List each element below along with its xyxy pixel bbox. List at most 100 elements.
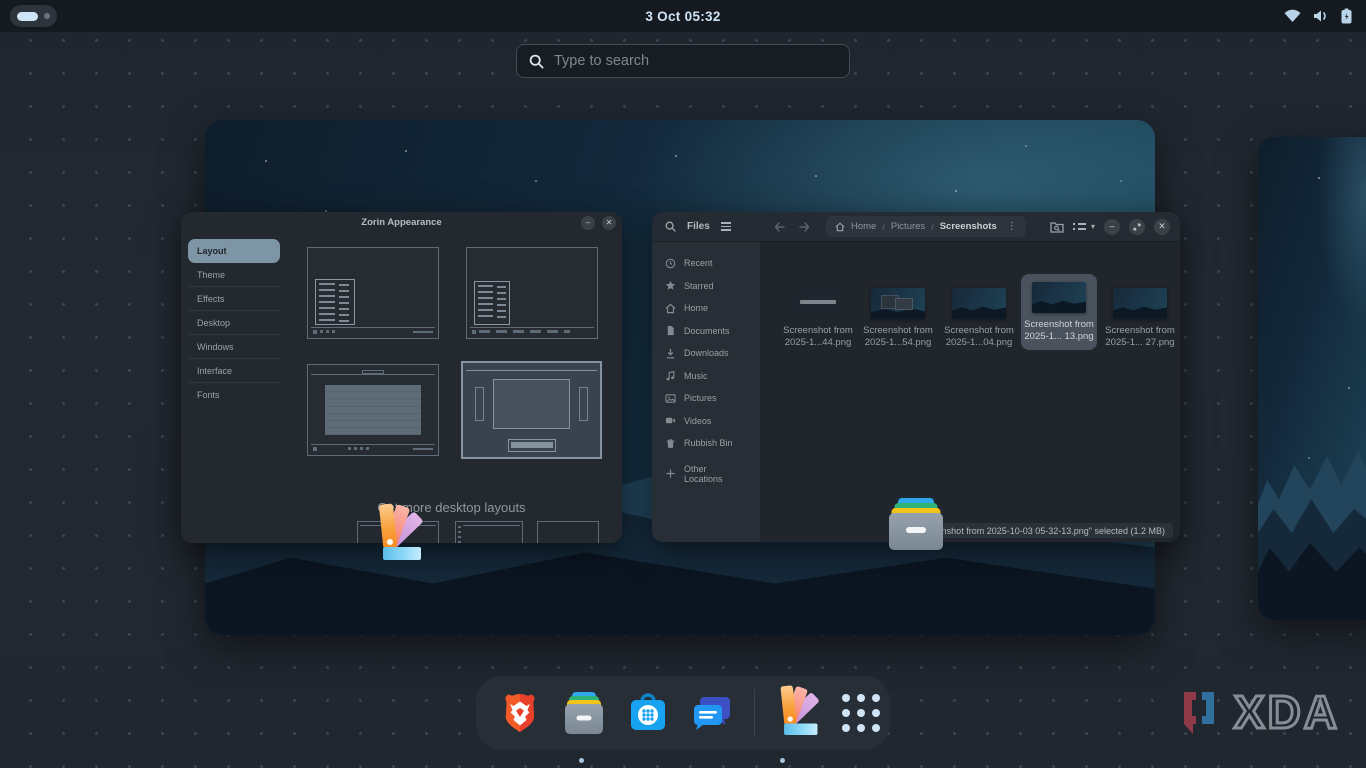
- dock-item-messages[interactable]: [690, 691, 734, 735]
- layout-option-gnome-selected[interactable]: [461, 361, 602, 459]
- sidebar-label: Documents: [684, 326, 730, 336]
- layout-option-taskbar-menu[interactable]: [307, 247, 439, 339]
- breadcrumb-pictures[interactable]: Pictures: [891, 221, 925, 232]
- nav-item-fonts[interactable]: Fonts: [188, 383, 280, 407]
- file-item-selected[interactable]: Screenshot from 2025-1... 13.png: [1021, 274, 1097, 350]
- video-icon: [665, 415, 676, 426]
- sidebar-item-music[interactable]: Music: [652, 365, 760, 388]
- search-bar[interactable]: [516, 44, 850, 78]
- file-name: Screenshot from 2025-1...44.png: [781, 325, 855, 356]
- layout-option-appgrid[interactable]: [307, 364, 439, 456]
- search-input[interactable]: [554, 53, 837, 69]
- sidebar-item-starred[interactable]: Starred: [652, 275, 760, 298]
- running-indicator-files: [579, 758, 584, 763]
- nav-item-effects[interactable]: Effects: [188, 287, 280, 311]
- chat-icon: [690, 691, 734, 735]
- zorin-appearance-app-icon[interactable]: [375, 504, 429, 560]
- sidebar-label: Rubbish Bin: [684, 438, 733, 448]
- view-toggle[interactable]: ▾: [1073, 222, 1095, 231]
- running-indicator-appearance: [780, 758, 785, 763]
- file-item[interactable]: Screenshot from 2025-1...44.png: [780, 280, 856, 356]
- top-bar: 3 Oct 05:32: [0, 0, 1366, 32]
- sidebar-label: Recent: [684, 258, 713, 268]
- sidebar-item-documents[interactable]: Documents: [652, 320, 760, 343]
- forward-icon[interactable]: [799, 222, 810, 232]
- xda-watermark: XDA: [1174, 686, 1340, 738]
- sidebar-item-other-locations[interactable]: Other Locations: [652, 463, 760, 486]
- search-folder-icon[interactable]: [1050, 221, 1064, 233]
- star-icon: [665, 280, 676, 291]
- sidebar-item-pictures[interactable]: Pictures: [652, 387, 760, 410]
- search-icon[interactable]: [665, 221, 676, 232]
- files-app-icon[interactable]: [889, 498, 943, 550]
- trash-icon: [665, 438, 676, 449]
- dock-item-zorin-appearance[interactable]: [775, 691, 819, 735]
- workspace-preview-next[interactable]: [1258, 137, 1366, 620]
- nav-item-theme[interactable]: Theme: [188, 263, 280, 287]
- get-more-layouts-link[interactable]: Get more desktop layouts: [281, 500, 622, 515]
- kebab-menu-icon[interactable]: ⋮: [1007, 221, 1017, 232]
- sidebar-item-videos[interactable]: Videos: [652, 410, 760, 433]
- nav-item-layout[interactable]: Layout: [188, 239, 280, 263]
- chevron-down-icon[interactable]: ▾: [1091, 222, 1095, 231]
- layout-option-partial-3[interactable]: [537, 521, 599, 543]
- appearance-nav: Layout Theme Effects Desktop Windows Int…: [188, 239, 280, 407]
- layout-topbar-glyph: [311, 368, 435, 375]
- system-status-area[interactable]: [1284, 0, 1352, 32]
- files-window[interactable]: Files Home / Pictures / Screenshots ⋮: [652, 212, 1180, 542]
- dock-item-show-applications[interactable]: [839, 691, 883, 735]
- files-icon: [565, 692, 603, 734]
- layout-appgrid-glyph: [325, 385, 421, 435]
- list-view-icon: [1073, 223, 1086, 231]
- sidebar-item-rubbish-bin[interactable]: Rubbish Bin: [652, 432, 760, 455]
- close-button[interactable]: ✕: [1154, 219, 1170, 235]
- zorin-appearance-window[interactable]: Zorin Appearance – ✕ Layout Theme Effect…: [181, 212, 622, 543]
- close-button[interactable]: ✕: [602, 216, 616, 230]
- minimize-button[interactable]: –: [581, 216, 595, 230]
- home-icon: [835, 222, 845, 232]
- breadcrumb-current[interactable]: Screenshots: [940, 221, 997, 232]
- status-bar: "Screenshot from 2025-10-03 05-32-13.png…: [907, 523, 1173, 538]
- volume-icon: [1313, 9, 1329, 23]
- file-item[interactable]: Screenshot from 2025-1... 27.png: [1102, 280, 1178, 356]
- breadcrumb-home[interactable]: Home: [851, 221, 876, 232]
- clock[interactable]: 3 Oct 05:32: [0, 9, 1366, 24]
- file-item[interactable]: Screenshot from 2025-1...54.png: [860, 280, 936, 356]
- layout-taskbar-glyph: [470, 327, 594, 335]
- search-icon: [529, 54, 544, 69]
- brave-icon: [498, 691, 542, 735]
- back-icon[interactable]: [774, 222, 785, 232]
- dock-item-brave[interactable]: [498, 691, 542, 735]
- sidebar-label: Downloads: [684, 348, 729, 358]
- music-note-icon: [665, 370, 676, 381]
- sidebar-label: Other Locations: [684, 464, 747, 484]
- sidebar-item-recent[interactable]: Recent: [652, 252, 760, 275]
- nav-item-interface[interactable]: Interface: [188, 359, 280, 383]
- layout-option-partial-2[interactable]: [455, 521, 523, 543]
- dock-item-software[interactable]: [626, 691, 670, 735]
- file-item[interactable]: Screenshot from 2025-1...04.png: [941, 280, 1017, 356]
- sidebar-item-home[interactable]: Home: [652, 297, 760, 320]
- restore-button[interactable]: [1129, 219, 1145, 235]
- dock-item-files[interactable]: [562, 691, 606, 735]
- swatch-pin: [387, 539, 393, 545]
- layout-sidepanel-right-glyph: [579, 387, 588, 421]
- minimize-button[interactable]: –: [1104, 219, 1120, 235]
- file-thumbnail: [871, 288, 925, 319]
- dock-separator: [754, 689, 755, 737]
- menu-icon[interactable]: [721, 222, 731, 231]
- cabinet-body: [889, 513, 943, 550]
- layout-taskbar-glyph: [311, 444, 435, 452]
- layout-menu-glyph: [315, 279, 355, 325]
- layout-menu-glyph: [474, 281, 510, 325]
- sidebar-label: Starred: [684, 281, 714, 291]
- xda-logo-brackets: [1174, 686, 1226, 738]
- nav-item-desktop[interactable]: Desktop: [188, 311, 280, 335]
- sidebar-item-downloads[interactable]: Downloads: [652, 342, 760, 365]
- nav-item-windows[interactable]: Windows: [188, 335, 280, 359]
- layout-option-taskbar-windowlist[interactable]: [466, 247, 598, 339]
- sidebar-label: Pictures: [684, 393, 717, 403]
- breadcrumb[interactable]: Home / Pictures / Screenshots ⋮: [826, 216, 1026, 237]
- overview-screen: 3 Oct 05:32 Zorin Appearance – ✕: [0, 0, 1366, 768]
- picture-icon: [665, 393, 676, 404]
